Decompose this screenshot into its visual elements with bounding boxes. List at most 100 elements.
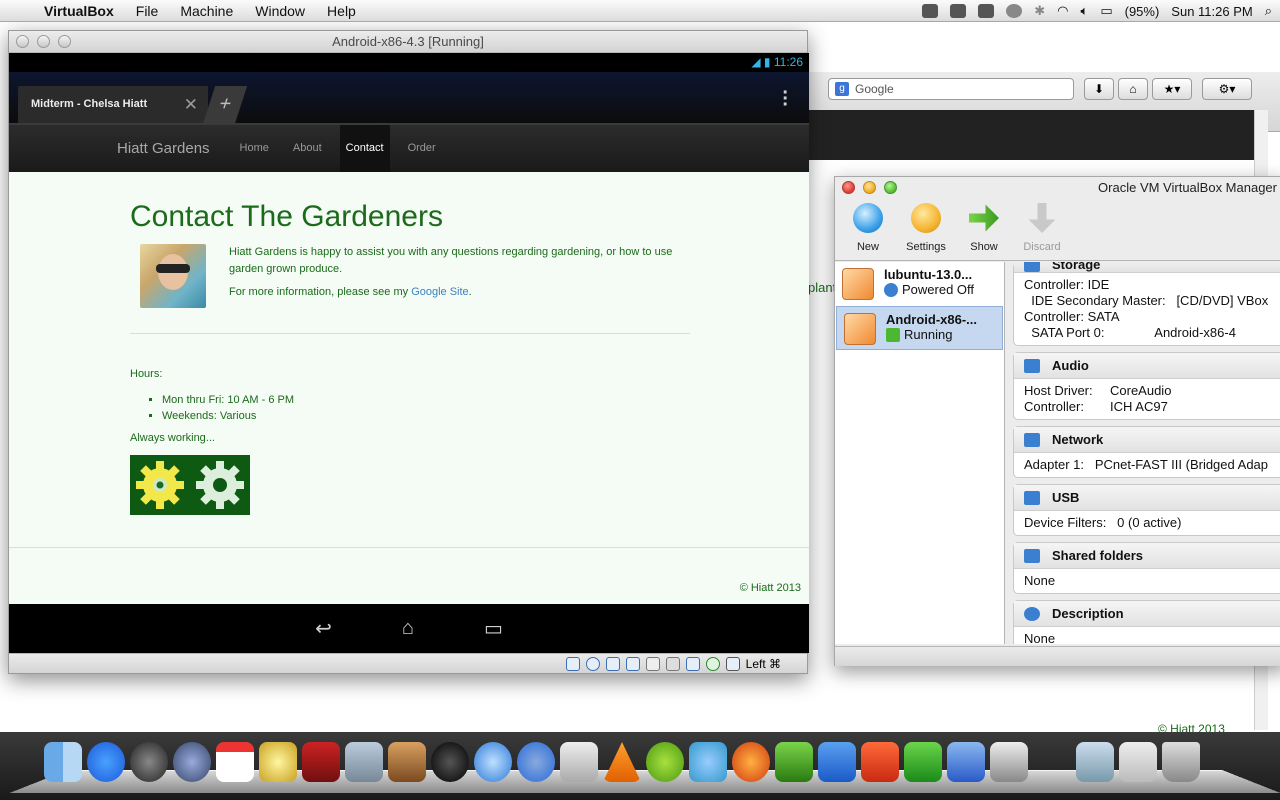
battery-icon[interactable]: ▭ bbox=[1100, 3, 1112, 19]
finder-icon[interactable] bbox=[44, 742, 82, 782]
mouse-integration-icon[interactable] bbox=[705, 656, 720, 671]
search-placeholder: Google bbox=[855, 82, 894, 96]
evernote-status-icon[interactable] bbox=[922, 4, 939, 18]
wifi-icon[interactable]: ◠ bbox=[1057, 3, 1068, 19]
clock[interactable]: Sun 11:26 PM bbox=[1171, 4, 1252, 19]
android-window-titlebar[interactable]: Android-x86-4.3 [Running] bbox=[9, 31, 807, 53]
powerpoint-icon[interactable] bbox=[861, 742, 899, 782]
status-app-icon[interactable] bbox=[950, 4, 967, 18]
nav-order[interactable]: Order bbox=[402, 124, 442, 172]
zoom-button[interactable] bbox=[884, 181, 897, 194]
camera-app-icon[interactable] bbox=[431, 742, 469, 782]
section-header[interactable]: Shared folders bbox=[1014, 543, 1280, 569]
documents-stack-icon[interactable] bbox=[1119, 742, 1157, 782]
section-title: Storage bbox=[1052, 262, 1101, 272]
downloads-stack-icon[interactable] bbox=[1076, 742, 1114, 782]
video-capture-icon[interactable] bbox=[665, 656, 680, 671]
star-app-icon[interactable] bbox=[259, 742, 297, 782]
minimize-button[interactable] bbox=[863, 181, 876, 194]
detail-value: ICH AC97 bbox=[1110, 399, 1168, 414]
recent-apps-icon[interactable]: ▭ bbox=[484, 616, 503, 641]
section-title: Shared folders bbox=[1052, 548, 1144, 563]
nav-home[interactable]: Home bbox=[234, 124, 275, 172]
browser-tab[interactable]: Midterm - Chelsa Hiatt ✕ bbox=[18, 86, 208, 124]
site-brand[interactable]: Hiatt Gardens bbox=[117, 140, 210, 157]
console-icon[interactable] bbox=[990, 742, 1028, 782]
virtualization-icon[interactable] bbox=[685, 656, 700, 671]
back-icon[interactable]: ↩ bbox=[315, 616, 332, 641]
section-header[interactable]: Network bbox=[1014, 427, 1280, 453]
vm-list: lubuntu-13.0... Powered Off Android-x86-… bbox=[835, 262, 1005, 644]
iphoto-icon[interactable] bbox=[388, 742, 426, 782]
section-header[interactable]: Audio bbox=[1014, 353, 1280, 379]
extension-button[interactable]: ⚙▾ bbox=[1202, 78, 1252, 100]
spotlight-icon[interactable]: ⌕ bbox=[1265, 3, 1272, 19]
firefox-icon[interactable] bbox=[732, 742, 770, 782]
network-icon[interactable] bbox=[625, 656, 640, 671]
vm-os-icon bbox=[842, 268, 874, 300]
new-tab-button[interactable]: + bbox=[202, 86, 248, 124]
vm-item-lubuntu[interactable]: lubuntu-13.0... Powered Off bbox=[835, 262, 1004, 306]
browser-search-field[interactable]: g Google bbox=[828, 78, 1074, 100]
nav-contact[interactable]: Contact bbox=[339, 124, 390, 172]
messenger-icon[interactable] bbox=[689, 742, 727, 782]
grid-status-icon[interactable] bbox=[978, 4, 995, 18]
download-button[interactable]: ⬇ bbox=[1084, 78, 1114, 100]
discard-button[interactable]: Discard bbox=[1017, 199, 1067, 260]
preview-icon[interactable] bbox=[345, 742, 383, 782]
battery-percent[interactable]: (95%) bbox=[1125, 4, 1160, 19]
close-button[interactable] bbox=[842, 181, 855, 194]
home-icon[interactable]: ⌂ bbox=[402, 617, 414, 640]
section-body: Device Filters: 0 (0 active) bbox=[1024, 515, 1182, 530]
menu-help[interactable]: Help bbox=[327, 3, 356, 19]
vm-state: Running bbox=[886, 327, 1002, 342]
word-icon[interactable] bbox=[818, 742, 856, 782]
time-machine-icon[interactable] bbox=[1006, 4, 1023, 18]
script-editor-icon[interactable] bbox=[560, 742, 598, 782]
app-store-icon[interactable] bbox=[87, 742, 125, 782]
app-menu[interactable]: VirtualBox bbox=[44, 3, 114, 19]
calendar-icon[interactable] bbox=[216, 742, 254, 782]
close-tab-icon[interactable]: ✕ bbox=[184, 95, 198, 115]
vbox-titlebar[interactable]: Oracle VM VirtualBox Manager bbox=[835, 177, 1280, 199]
itunes-icon[interactable] bbox=[517, 742, 555, 782]
minimize-button[interactable] bbox=[37, 35, 50, 48]
usb-icon[interactable] bbox=[605, 656, 620, 671]
volume-icon[interactable]: 🔈︎ bbox=[1081, 3, 1089, 19]
home-button[interactable]: ⌂ bbox=[1118, 78, 1148, 100]
nav-about[interactable]: About bbox=[287, 124, 328, 172]
hard-disk-icon[interactable] bbox=[565, 656, 580, 671]
vlc-icon[interactable] bbox=[603, 742, 641, 782]
menu-window[interactable]: Window bbox=[255, 3, 305, 19]
section-header[interactable]: USB bbox=[1014, 485, 1280, 511]
vm-state-label: Powered Off bbox=[902, 282, 975, 297]
description-section: Description None bbox=[1013, 600, 1280, 644]
vm-item-android[interactable]: Android-x86-... Running bbox=[836, 306, 1003, 350]
settings-button[interactable]: Settings bbox=[901, 199, 951, 260]
optical-drive-icon[interactable] bbox=[585, 656, 600, 671]
trash-icon[interactable] bbox=[1162, 742, 1200, 782]
bookmarks-button[interactable]: ★▾ bbox=[1152, 78, 1192, 100]
section-header[interactable]: Description bbox=[1014, 601, 1280, 627]
close-button[interactable] bbox=[16, 35, 29, 48]
menu-machine[interactable]: Machine bbox=[180, 3, 233, 19]
show-button[interactable]: Show bbox=[959, 199, 1009, 260]
new-button[interactable]: New bbox=[843, 199, 893, 260]
excel-icon[interactable] bbox=[904, 742, 942, 782]
spotify-icon[interactable] bbox=[646, 742, 684, 782]
photo-booth-icon[interactable] bbox=[302, 742, 340, 782]
arrow-down-icon bbox=[1028, 203, 1056, 233]
bluetooth-icon[interactable]: ✱ bbox=[1034, 3, 1045, 19]
keyboard-capture-icon[interactable] bbox=[725, 656, 740, 671]
virtualbox-icon[interactable] bbox=[947, 742, 985, 782]
section-header[interactable]: Storage bbox=[1014, 262, 1280, 273]
shared-folders-icon[interactable] bbox=[645, 656, 660, 671]
time-machine-icon[interactable] bbox=[173, 742, 211, 782]
evernote-icon[interactable] bbox=[775, 742, 813, 782]
safari-icon[interactable] bbox=[474, 742, 512, 782]
overflow-menu-icon[interactable]: · · · bbox=[782, 83, 789, 115]
dashboard-icon[interactable] bbox=[130, 742, 168, 782]
google-site-link[interactable]: Google Site bbox=[411, 286, 468, 298]
zoom-button[interactable] bbox=[58, 35, 71, 48]
menu-file[interactable]: File bbox=[136, 3, 159, 19]
